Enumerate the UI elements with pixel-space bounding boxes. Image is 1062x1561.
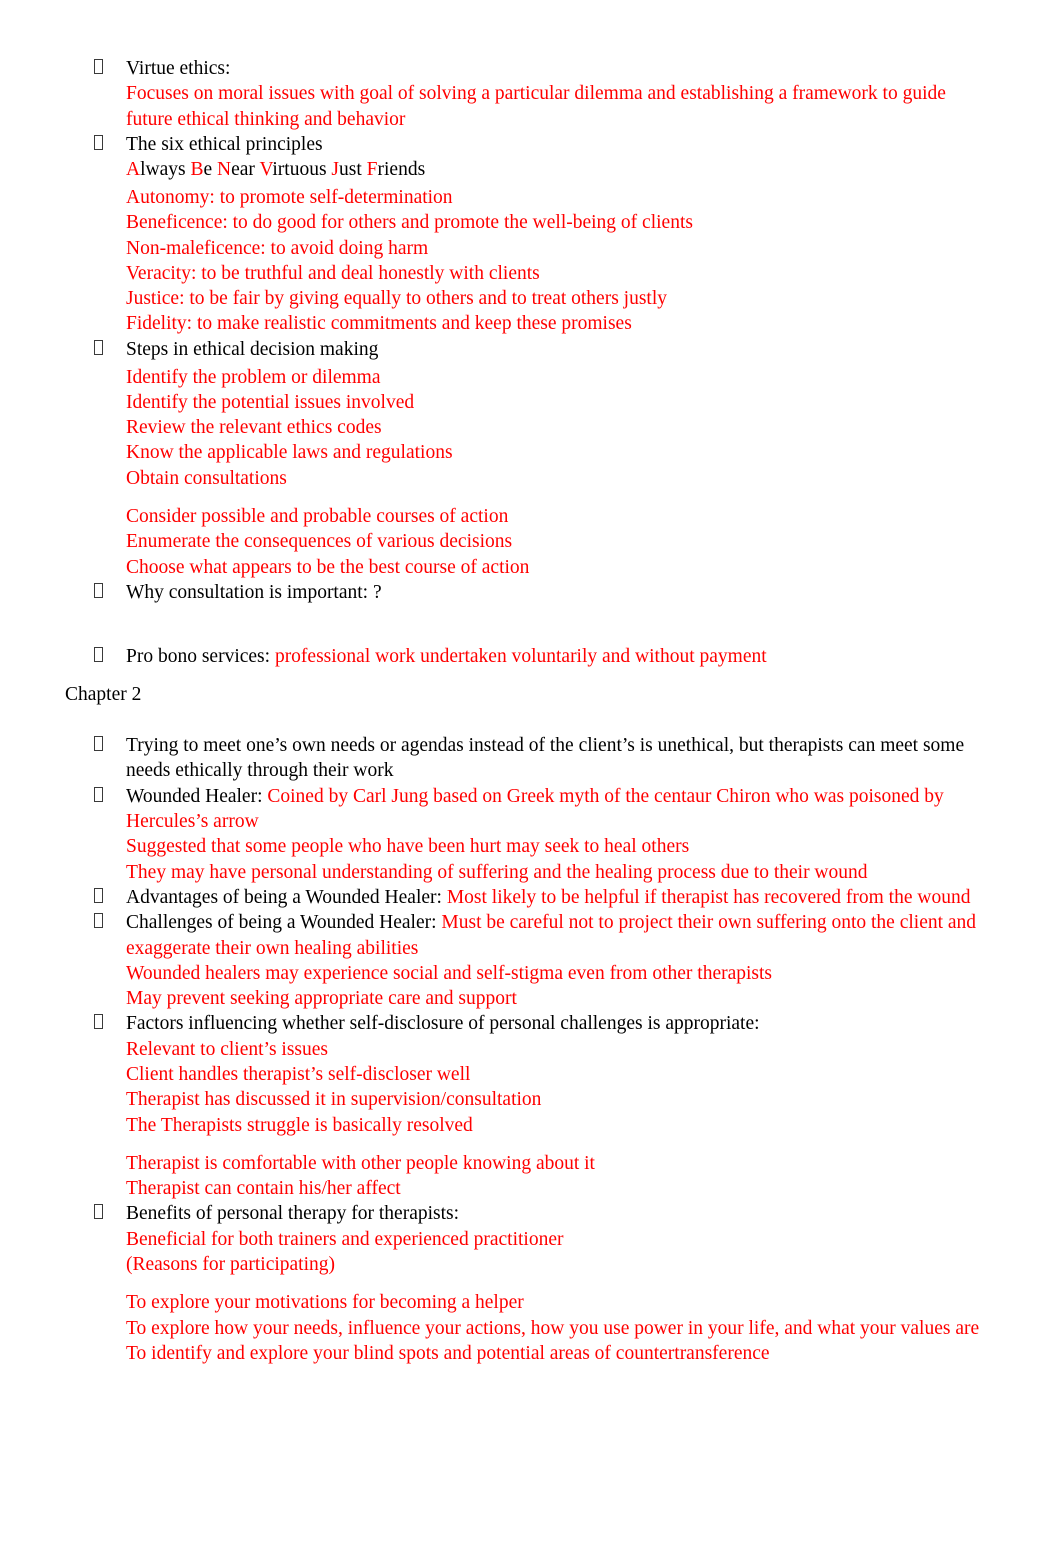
pro-bono-answer: professional work undertaken voluntarily…: [274, 645, 767, 667]
self-disclosure-factor: Relevant to client’s issues: [126, 1038, 329, 1060]
wounded-healer-line: Wounded Healer: Coined by Carl Jung base…: [126, 784, 992, 835]
list-item: Factors influencing whether self-disclos…: [65, 1011, 992, 1036]
decision-steps-heading: Steps in ethical decision making: [126, 338, 379, 360]
consultation-heading: Why consultation is important: ?: [126, 581, 382, 603]
personal-therapy-line: To explore your motivations for becoming…: [126, 1292, 524, 1314]
personal-therapy-line: To explore how your needs, influence you…: [126, 1317, 980, 1339]
decision-step-line: Identify the potential issues involved: [126, 391, 415, 413]
list-item: Advantages of being a Wounded Healer: Mo…: [65, 885, 992, 910]
decision-step-line: Obtain consultations: [126, 467, 287, 489]
challenges-extra: May prevent seeking appropriate care and…: [126, 988, 517, 1010]
list-item: Trying to meet one’s own needs or agenda…: [65, 733, 992, 784]
principle-line: Veracity: to be truthful and deal honest…: [126, 262, 540, 284]
bullet-box-icon: [94, 885, 106, 903]
personal-therapy-line: (Reasons for participating): [126, 1254, 336, 1276]
self-disclosure-heading: Factors influencing whether self-disclos…: [126, 1013, 760, 1035]
mnemonic-word-3: Near: [217, 159, 255, 181]
challenges-line: Challenges of being a Wounded Healer: Mu…: [126, 910, 992, 961]
personal-therapy-heading: Benefits of personal therapy for therapi…: [126, 1203, 460, 1225]
advantages-line: Advantages of being a Wounded Healer: Mo…: [126, 885, 992, 910]
virtue-ethics-heading: Virtue ethics:: [126, 58, 231, 79]
decision-step-line: Choose what appears to be the best cours…: [126, 556, 530, 578]
challenges-label: Challenges of being a Wounded Healer:: [126, 912, 442, 934]
principle-line: Autonomy: to promote self-determination: [126, 186, 453, 208]
document-body: Virtue ethics: Focuses on moral issues w…: [65, 56, 992, 1366]
bullet-box-icon: [94, 1011, 106, 1030]
list-item: The six ethical principles: [65, 132, 992, 157]
wounded-healer-label: Wounded Healer:: [126, 785, 268, 807]
self-disclosure-factor: Therapist has discussed it in supervisio…: [126, 1089, 542, 1111]
decision-step-line: Know the applicable laws and regulations: [126, 442, 453, 464]
list-item: Virtue ethics:: [65, 56, 992, 81]
principle-line: Fidelity: to make realistic commitments …: [126, 313, 632, 335]
advantages-label: Advantages of being a Wounded Healer:: [126, 886, 447, 908]
challenges-extra: Wounded healers may experience social an…: [126, 962, 773, 984]
mnemonic-word-2: Be: [190, 159, 213, 181]
personal-therapy-line: Beneficial for both trainers and experie…: [126, 1228, 564, 1250]
list-item: Benefits of personal therapy for therapi…: [65, 1201, 992, 1226]
list-item: Pro bono services: professional work und…: [65, 644, 992, 669]
six-principles-heading: The six ethical principles: [126, 133, 323, 155]
wounded-healer-extra: They may have personal understanding of …: [126, 861, 868, 883]
list-item: Wounded Healer: Coined by Carl Jung base…: [65, 784, 992, 835]
list-item: Steps in ethical decision making: [65, 337, 992, 362]
mnemonic-line: Always Be Near Virtuous Just Friends: [65, 157, 992, 182]
self-disclosure-factor: Client handles therapist’s self-disclose…: [126, 1063, 471, 1085]
mnemonic-word-5: Just: [331, 159, 362, 181]
own-needs-text: Trying to meet one’s own needs or agenda…: [126, 735, 965, 782]
self-disclosure-factor: The Therapists struggle is basically res…: [126, 1114, 473, 1136]
list-item: Why consultation is important: ?: [65, 580, 992, 605]
mnemonic-word-1: Always: [126, 159, 186, 181]
decision-step-line: Identify the problem or dilemma: [126, 366, 381, 388]
decision-step-line: Consider possible and probable courses o…: [126, 506, 509, 528]
document-page: Virtue ethics: Focuses on moral issues w…: [0, 0, 1062, 1561]
advantages-answer: Most likely to be helpful if therapist h…: [446, 886, 971, 908]
principle-line: Justice: to be fair by giving equally to…: [126, 288, 668, 310]
virtue-ethics-answer: Focuses on moral issues with goal of sol…: [126, 83, 946, 130]
bullet-box-icon: [94, 56, 106, 74]
pro-bono-line: Pro bono services: professional work und…: [126, 644, 992, 669]
self-disclosure-factor: Therapist can contain his/her affect: [126, 1178, 401, 1200]
mnemonic-word-6: Friends: [366, 159, 426, 181]
self-disclosure-factor: Therapist is comfortable with other peop…: [126, 1152, 595, 1174]
bullet-box-icon: [94, 337, 106, 355]
bullet-box-icon: [94, 910, 106, 929]
bullet-box-icon: [94, 580, 106, 598]
mnemonic-word-4: Virtuous: [259, 159, 327, 181]
bullet-box-icon: [94, 733, 106, 752]
principle-line: Non-maleficence: to avoid doing harm: [126, 237, 429, 259]
chapter-heading: Chapter 2: [65, 683, 142, 705]
decision-step-line: Review the relevant ethics codes: [126, 417, 382, 439]
list-item: Challenges of being a Wounded Healer: Mu…: [65, 910, 992, 961]
wounded-healer-extra: Suggested that some people who have been…: [126, 836, 690, 858]
bullet-box-icon: [94, 132, 106, 150]
bullet-box-icon: [94, 784, 106, 802]
bullet-box-icon: [94, 644, 106, 662]
decision-step-line: Enumerate the consequences of various de…: [126, 531, 513, 553]
principle-line: Beneficence: to do good for others and p…: [126, 212, 693, 234]
bullet-box-icon: [94, 1201, 106, 1220]
personal-therapy-line: To identify and explore your blind spots…: [126, 1342, 770, 1364]
pro-bono-label: Pro bono services:: [126, 645, 275, 667]
